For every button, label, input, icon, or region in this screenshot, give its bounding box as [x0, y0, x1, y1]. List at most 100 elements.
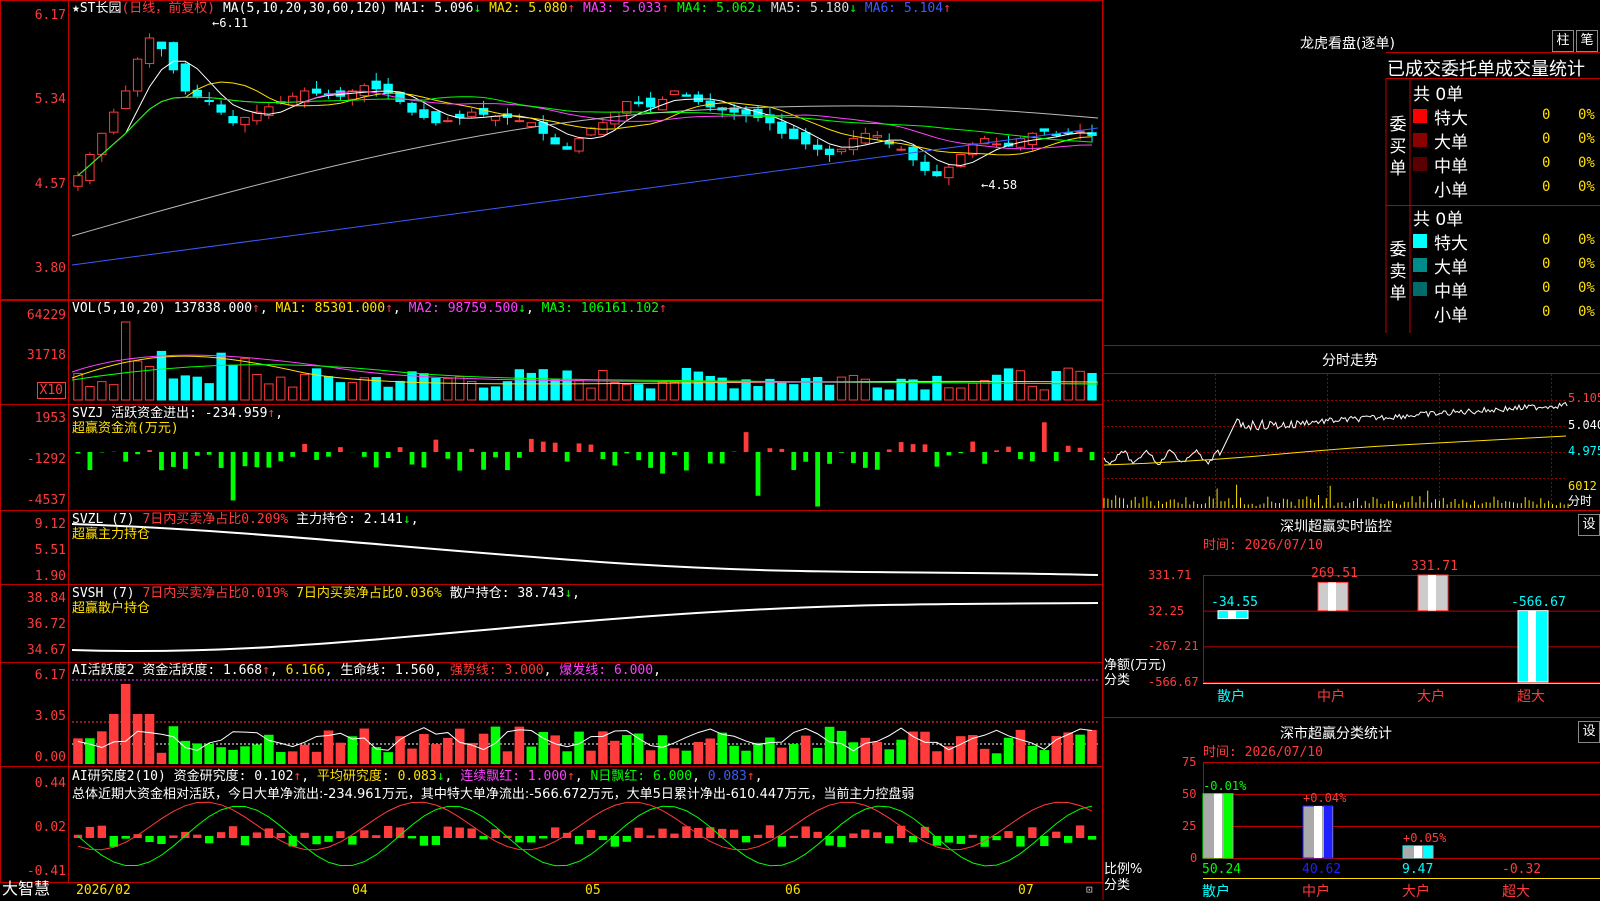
candle-body [157, 42, 165, 48]
fundflow-bar [803, 452, 808, 462]
volume-bar [670, 382, 678, 400]
intraday-title: 分时走势 [1322, 350, 1378, 370]
volume-bar [1004, 369, 1012, 400]
activity-bar [550, 735, 560, 764]
activity-bar [85, 738, 95, 764]
fundflow-bar [278, 452, 283, 461]
volume-bar [265, 384, 273, 400]
activity-bar [586, 751, 596, 764]
research-bar [802, 826, 810, 838]
fundflow-bar [1078, 448, 1083, 452]
sz-monitor-y-tick: 331.71 [1148, 568, 1191, 583]
volume-bar [754, 387, 762, 400]
ma5-line [72, 106, 1098, 236]
fundflow-bar [219, 452, 224, 468]
ai2-description: 总体近期大资金相对活跃，今日大单净流出:-234.961万元，其中特大单净流出:… [72, 787, 914, 802]
research-bar [599, 836, 607, 840]
volume-bar [515, 370, 523, 400]
kline-chart[interactable] [0, 0, 1103, 900]
volume-bar [360, 378, 368, 400]
activity-bar [264, 735, 274, 764]
candle-body [1076, 131, 1084, 132]
research-bar [408, 836, 416, 838]
activity-bar [861, 738, 871, 764]
fundflow-bar [923, 444, 928, 452]
candle-body [444, 121, 452, 122]
sz-monitor-y-tick: -566.67 [1148, 675, 1199, 690]
volume-bar [551, 380, 559, 400]
research-bar [1088, 836, 1096, 840]
volume-bar [539, 370, 547, 400]
sz-monitor-settings-button[interactable]: 设 [1578, 514, 1600, 536]
volume-bar [969, 383, 977, 400]
research-bar [1040, 836, 1048, 846]
main-holding-line [72, 524, 1098, 575]
research-bar [253, 832, 261, 838]
fundflow-bar [863, 452, 868, 468]
candle-body [682, 95, 690, 96]
order-size-label: 特大 [1434, 104, 1468, 129]
research-bar [623, 836, 631, 842]
activity-bar [1063, 732, 1073, 764]
activity-bar [503, 751, 513, 764]
sz-monitor-value-label: 331.71 [1411, 559, 1458, 574]
activity-bar [348, 736, 358, 764]
candle-body [110, 112, 118, 132]
volume-bar [300, 374, 308, 400]
activity-bar [276, 752, 286, 764]
activity-bar [1028, 746, 1038, 764]
activity-bar [980, 749, 990, 764]
activity-bar [395, 736, 405, 764]
sz-monitor-value-label: 269.51 [1311, 566, 1358, 581]
volume-bar [133, 361, 141, 400]
order-count: 0 [1542, 180, 1550, 195]
volume-bar [921, 390, 929, 400]
sz-monitor-value-label: -566.67 [1511, 595, 1566, 610]
sz-class-y-tick: 75 [1182, 755, 1196, 770]
volume-bar [98, 382, 106, 400]
y-tick: 4.57 [35, 177, 66, 192]
activity-bar [538, 732, 548, 764]
research-bar [754, 835, 762, 838]
volume-bar [420, 374, 428, 400]
volume-bar [587, 388, 595, 400]
volume-bar [289, 387, 297, 400]
volume-bar [1076, 371, 1084, 400]
svzj-header: SVZJ 活跃资金进出: -234.959↑, [72, 406, 283, 421]
fundflow-bar [994, 450, 999, 452]
sz-class-title: 深市超赢分类统计 [1280, 723, 1392, 743]
sz-class-value-label: 50.24 [1202, 862, 1241, 877]
research-bar [790, 836, 798, 838]
sz-class-settings-button[interactable]: 设 [1578, 721, 1600, 743]
order-count: 0 [1542, 156, 1550, 171]
activity-bar [944, 746, 954, 764]
fundflow-bar [481, 452, 486, 470]
date-tick: 04 [352, 883, 368, 898]
volume-bar [885, 390, 893, 400]
volume-bar [444, 378, 452, 400]
activity-bar [717, 733, 727, 764]
fundflow-bar [493, 452, 498, 457]
research-bar [658, 829, 666, 838]
activity-bar [288, 751, 298, 764]
fundflow-bar [374, 452, 379, 467]
research-bar [957, 836, 965, 844]
candle-body [575, 139, 583, 151]
fundflow-bar [529, 439, 534, 452]
fundflow-bar [612, 452, 617, 465]
fundflow-bar [398, 447, 403, 452]
sz-class-cat-label: 分类 [1104, 874, 1130, 893]
ma-label: MA3: 5.033 [575, 1, 661, 16]
order-stat-tabs[interactable]: 已成交委托单成交量统计 [1387, 55, 1585, 81]
ma-label: MA4: 5.062 [669, 1, 755, 16]
fundflow-bar [541, 442, 546, 452]
lock-icon[interactable]: ⊡ [1086, 882, 1093, 897]
intraday-y-tick: 4.975 [1568, 444, 1600, 459]
sz-monitor-y-tick: -267.21 [1148, 639, 1199, 654]
candle-body [205, 100, 213, 101]
tick-view-button[interactable]: 笔 [1576, 30, 1598, 52]
activity-bar [562, 751, 572, 764]
bar-view-button[interactable]: 柱 [1552, 30, 1574, 52]
candle-body [527, 123, 535, 127]
fundflow-bar [624, 452, 629, 453]
